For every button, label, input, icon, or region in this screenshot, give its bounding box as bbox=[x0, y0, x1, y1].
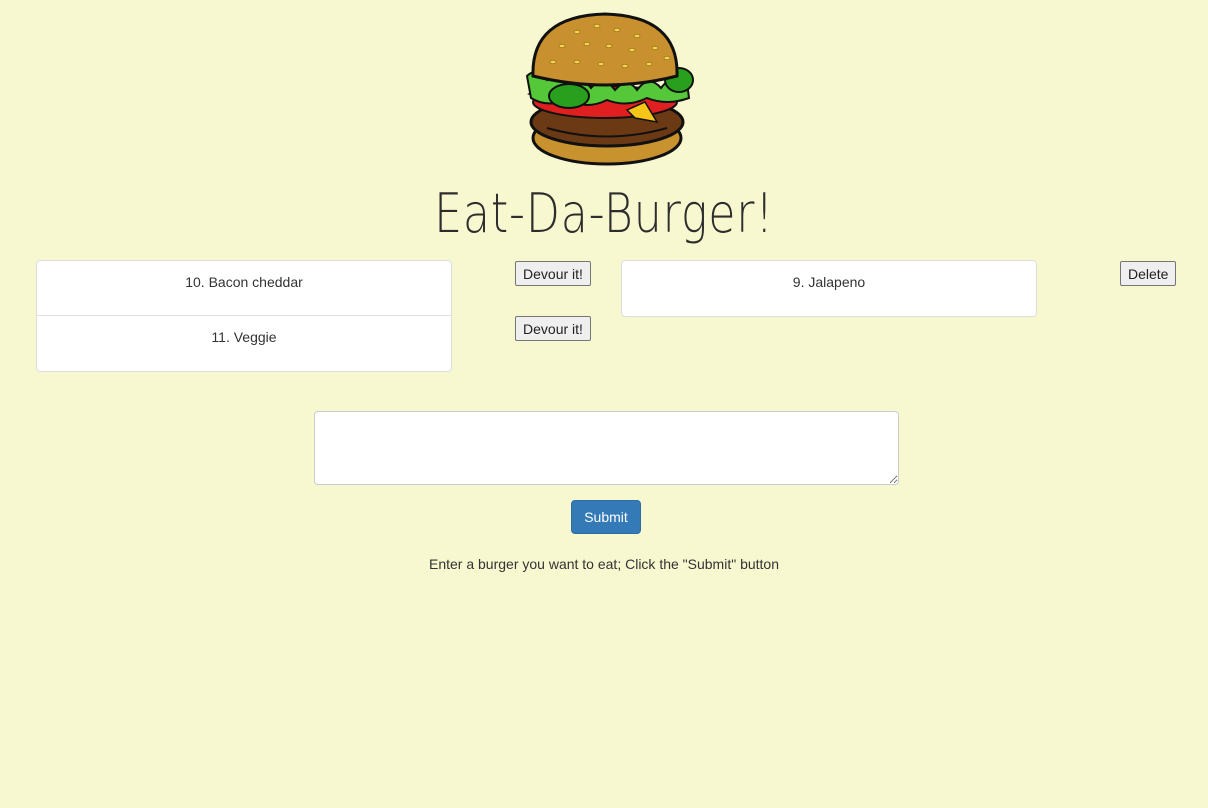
delete-button[interactable]: Delete bbox=[1120, 261, 1176, 286]
list-item: 10. Bacon cheddar bbox=[37, 261, 451, 316]
page-title: Eat-Da-Burger! bbox=[434, 182, 774, 245]
submit-button[interactable]: Submit bbox=[571, 500, 641, 534]
instructions-text: Enter a burger you want to eat; Click th… bbox=[428, 556, 779, 572]
uneaten-burger-list: 10. Bacon cheddar 11. Veggie bbox=[36, 260, 452, 372]
list-item: 11. Veggie bbox=[211, 329, 277, 345]
burger-logo bbox=[517, 10, 697, 166]
burger-icon bbox=[525, 12, 694, 166]
devour-button[interactable]: Devour it! bbox=[515, 261, 591, 286]
list-item: 9. Jalapeno bbox=[792, 274, 866, 290]
devoured-burger-list: 9. Jalapeno bbox=[621, 260, 1037, 317]
burger-name-input[interactable] bbox=[314, 411, 899, 485]
devour-button[interactable]: Devour it! bbox=[515, 316, 591, 341]
